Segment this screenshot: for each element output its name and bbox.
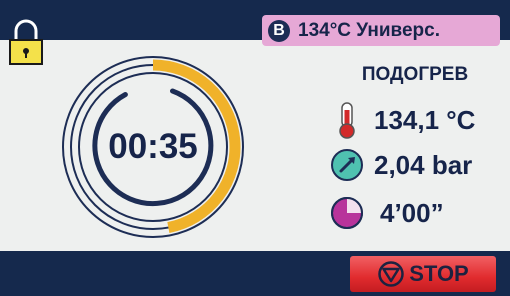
program-name: 134°C Универс. <box>298 19 440 41</box>
program-badge[interactable]: B 134°C Универс. <box>262 15 500 46</box>
autoclave-screen: B 134°C Универс. 00:35 ПОДОГРЕВ 134,1 °C… <box>0 0 510 296</box>
duration-row: 4’00” <box>330 193 444 233</box>
cycle-phase: ПОДОГРЕВ <box>361 64 469 85</box>
gauge-icon <box>331 149 363 181</box>
pressure-value: 2,04 bar <box>374 149 473 180</box>
duration-value: 4’00” <box>380 197 444 228</box>
stop-button[interactable]: STOP <box>350 256 496 292</box>
timer-readout: 00:35 <box>108 127 198 166</box>
pressure-row: 2,04 bar <box>330 145 472 185</box>
temperature-row: 134,1 °C <box>330 100 475 140</box>
stop-label: STOP <box>409 261 469 286</box>
thermometer-icon <box>339 102 355 139</box>
program-letter-icon: B <box>268 19 290 42</box>
timer-dial: 00:35 <box>62 56 244 238</box>
clock-icon <box>331 197 363 229</box>
lock-icon[interactable] <box>8 16 44 68</box>
temperature-value: 134,1 °C <box>374 104 476 135</box>
stop-icon <box>378 261 404 287</box>
